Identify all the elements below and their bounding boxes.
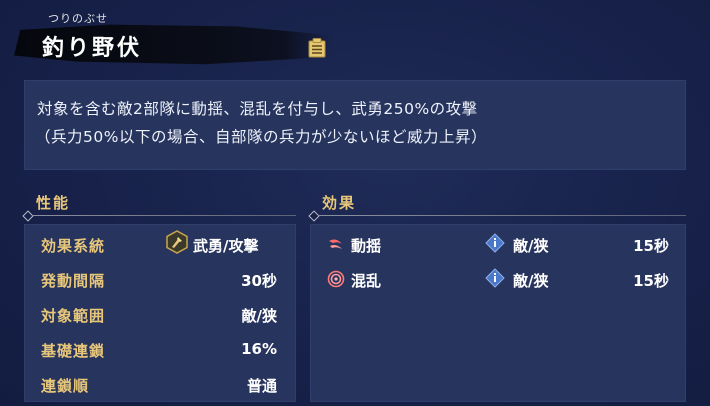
stat-value: 30秒 [241,272,277,290]
section-divider [32,215,296,216]
description-line-2: （兵力50%以下の場合、自部隊の兵力が少ないほど威力上昇） [35,128,487,146]
stat-label: 効果系統 [41,237,106,255]
stat-value: 武勇/攻撃 [193,237,259,255]
skill-description-box: 対象を含む敵2部隊に動揺、混乱を付与し、武勇250%の攻撃 （兵力50%以下の場… [24,80,686,170]
effect-row: 混乱 敵/狭 15秒 [311,262,685,296]
effect-target: 敵/狭 [513,237,549,255]
performance-box: 効果系統 武勇/攻撃 発動間隔 30秒 対象範囲 敵/狭 基礎連鎖 16% 連鎖… [24,224,296,402]
stat-label: 基礎連鎖 [41,342,106,360]
stat-row: 対象範囲 敵/狭 [25,297,295,331]
performance-section-title: 性能 [36,194,71,212]
shaken-icon [329,239,342,249]
section-diamond-icon [308,210,320,222]
description-line-1: 対象を含む敵2部隊に動揺、混乱を付与し、武勇250%の攻撃 [37,100,478,118]
stat-label: 対象範囲 [41,307,106,325]
section-diamond-icon [22,210,34,222]
stat-value: 敵/狭 [241,307,277,325]
effect-name: 動揺 [351,237,382,255]
stat-row: 効果系統 武勇/攻撃 [25,227,295,261]
skill-name-reading: つりのぶせ [48,12,108,25]
skill-title-banner: つりのぶせ 釣り野伏 [14,6,334,66]
stat-row: 連鎖順 普通 [25,367,295,401]
info-icon[interactable] [485,233,505,253]
effect-duration: 15秒 [633,272,669,290]
effect-duration: 15秒 [633,237,669,255]
stat-label: 連鎖順 [41,377,90,395]
effects-box: 動揺 敵/狭 15秒 混乱 敵/狭 15秒 [310,224,686,402]
effect-name: 混乱 [351,272,382,290]
stat-row: 発動間隔 30秒 [25,262,295,296]
stat-value: 16% [241,340,277,358]
valor-attribute-icon [166,230,188,254]
effects-section-title: 効果 [322,194,357,212]
effect-row: 動揺 敵/狭 15秒 [311,227,685,261]
skill-detail-panel: つりのぶせ 釣り野伏 対象を含む敵2部隊に動揺、混乱を付与し、武勇250%の攻撃… [0,0,710,406]
stat-value: 普通 [246,377,277,395]
document-icon[interactable] [308,38,326,58]
info-icon[interactable] [485,268,505,288]
stat-label: 発動間隔 [41,272,106,290]
section-divider [318,215,686,216]
effect-target: 敵/狭 [513,272,549,290]
confusion-icon [327,270,345,288]
skill-name: 釣り野伏 [42,36,143,61]
stat-row: 基礎連鎖 16% [25,332,295,366]
